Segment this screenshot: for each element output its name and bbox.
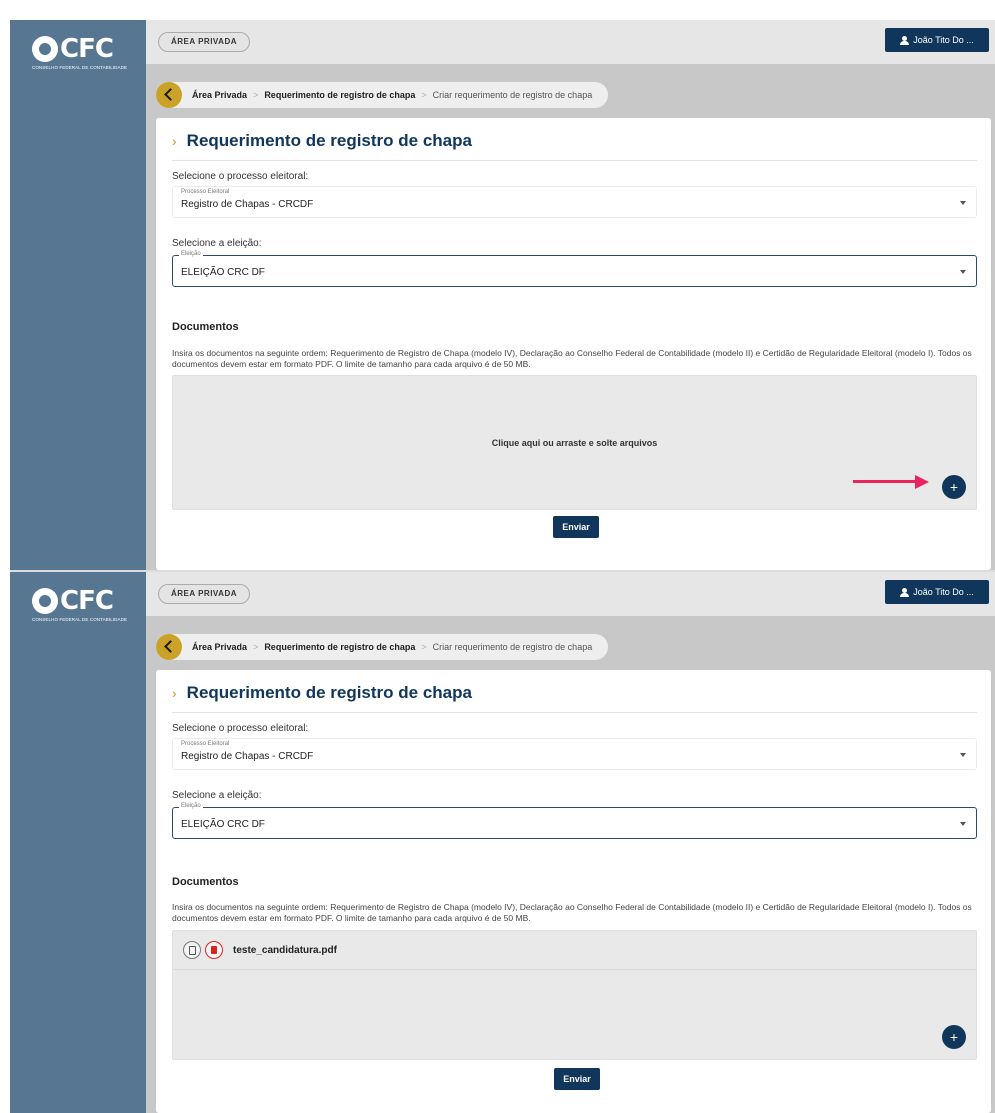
- breadcrumb-item-requerimento[interactable]: Requerimento de registro de chapa: [264, 642, 415, 652]
- process-select[interactable]: Processo Eleitoral Registro de Chapas - …: [172, 186, 977, 218]
- breadcrumb-separator: >: [253, 642, 259, 652]
- cfc-logo: CFC CONSELHO FEDERAL DE CONTABILIDADE: [32, 586, 132, 626]
- user-menu-button[interactable]: João Tito Do ...: [885, 580, 989, 604]
- documents-description: Insira os documentos na seguinte ordem: …: [172, 348, 972, 369]
- main-area: ÁREA PRIVADA João Tito Do ... Área Priva…: [146, 572, 995, 1113]
- main-area: ÁREA PRIVADA João Tito Do ... Área Priva…: [146, 20, 995, 570]
- breadcrumb-item-current: Criar requerimento de registro de chapa: [432, 90, 593, 100]
- sidebar: CFC CONSELHO FEDERAL DE CONTABILIDADE: [10, 572, 146, 1113]
- election-prompt: Selecione a eleição:: [172, 790, 262, 801]
- documents-title: Documentos: [172, 321, 239, 333]
- annotation-arrow: [853, 475, 929, 489]
- user-name: João Tito Do ...: [913, 587, 974, 597]
- logo-tagline: CONSELHO FEDERAL DE CONTABILIDADE: [32, 65, 128, 70]
- election-select[interactable]: Eleição ELEIÇÃO CRC DF: [172, 803, 977, 839]
- breadcrumb-item-area-privada[interactable]: Área Privada: [192, 90, 247, 100]
- plus-icon: +: [949, 479, 959, 495]
- documents-description: Insira os documentos na seguinte ordem: …: [172, 902, 972, 923]
- breadcrumb-item-area-privada[interactable]: Área Privada: [192, 642, 247, 652]
- caret-down-icon: [960, 822, 966, 826]
- breadcrumb: Área Privada > Requerimento de registro …: [156, 82, 609, 108]
- documents-title: Documentos: [172, 876, 239, 888]
- form-card: › Requerimento de registro de chapa Sele…: [156, 118, 991, 570]
- arrow-shaft: [853, 480, 915, 483]
- view-file-button[interactable]: [183, 941, 201, 959]
- election-select[interactable]: Eleição ELEIÇÃO CRC DF: [172, 251, 977, 287]
- user-menu-button[interactable]: João Tito Do ...: [885, 28, 989, 52]
- user-icon: [900, 35, 910, 45]
- back-button[interactable]: [156, 634, 182, 660]
- page-title: Requerimento de registro de chapa: [186, 683, 472, 702]
- breadcrumb-separator: >: [253, 90, 259, 100]
- submit-button[interactable]: Enviar: [554, 1068, 600, 1090]
- logo-wordmark: CFC: [60, 586, 114, 616]
- user-name: João Tito Do ...: [913, 35, 974, 45]
- sidebar: CFC CONSELHO FEDERAL DE CONTABILIDADE: [10, 20, 146, 570]
- cfc-logo-mark-icon: [32, 36, 58, 62]
- breadcrumb: Área Privada > Requerimento de registro …: [156, 634, 609, 660]
- area-badge: ÁREA PRIVADA: [158, 584, 251, 604]
- caret-down-icon: [960, 753, 966, 757]
- process-field-label: Processo Eleitoral: [179, 741, 232, 747]
- arrow-head-icon: [915, 475, 929, 489]
- back-button[interactable]: [156, 82, 182, 108]
- cfc-logo: CFC CONSELHO FEDERAL DE CONTABILIDADE: [32, 34, 132, 74]
- logo-tagline: CONSELHO FEDERAL DE CONTABILIDADE: [32, 617, 128, 622]
- topbar: ÁREA PRIVADA João Tito Do ...: [146, 572, 995, 616]
- process-prompt: Selecione o processo eleitoral:: [172, 723, 309, 734]
- card-header: › Requerimento de registro de chapa: [172, 132, 977, 161]
- cfc-logo-mark-icon: [32, 588, 58, 614]
- breadcrumb-separator: >: [421, 90, 427, 100]
- breadcrumb-separator: >: [421, 642, 427, 652]
- chevron-right-icon: ›: [172, 133, 177, 149]
- election-field-label: Eleição: [179, 803, 203, 809]
- breadcrumb-item-current: Criar requerimento de registro de chapa: [432, 642, 593, 652]
- caret-down-icon: [960, 201, 966, 205]
- caret-down-icon: [960, 270, 966, 274]
- add-file-button[interactable]: +: [942, 475, 966, 499]
- drop-prompt: Clique aqui ou arraste e solte arquivos: [491, 438, 658, 448]
- area-badge: ÁREA PRIVADA: [158, 32, 251, 52]
- add-file-button[interactable]: +: [942, 1025, 966, 1049]
- topbar: ÁREA PRIVADA João Tito Do ...: [146, 20, 995, 64]
- process-value: Registro de Chapas - CRCDF: [181, 199, 314, 210]
- election-field-label: Eleição: [179, 251, 203, 257]
- file-name: teste_candidatura.pdf: [233, 944, 337, 956]
- card-header: › Requerimento de registro de chapa: [172, 684, 977, 713]
- user-icon: [900, 587, 910, 597]
- form-card: › Requerimento de registro de chapa Sele…: [156, 670, 991, 1113]
- page-title: Requerimento de registro de chapa: [186, 131, 472, 150]
- process-prompt: Selecione o processo eleitoral:: [172, 171, 309, 182]
- election-value: ELEIÇÃO CRC DF: [181, 819, 265, 830]
- election-value: ELEIÇÃO CRC DF: [181, 267, 265, 278]
- process-value: Registro de Chapas - CRCDF: [181, 751, 314, 762]
- process-field-label: Processo Eleitoral: [179, 189, 232, 195]
- election-prompt: Selecione a eleição:: [172, 238, 262, 249]
- plus-icon: +: [949, 1029, 959, 1045]
- submit-button[interactable]: Enviar: [553, 516, 599, 538]
- uploaded-file-row: teste_candidatura.pdf: [173, 931, 976, 970]
- file-drop-zone[interactable]: Clique aqui ou arraste e solte arquivos …: [172, 375, 977, 510]
- chevron-right-icon: ›: [172, 685, 177, 701]
- logo-wordmark: CFC: [60, 34, 114, 64]
- breadcrumb-item-requerimento[interactable]: Requerimento de registro de chapa: [264, 90, 415, 100]
- file-drop-zone[interactable]: teste_candidatura.pdf +: [172, 930, 977, 1060]
- process-select[interactable]: Processo Eleitoral Registro de Chapas - …: [172, 738, 977, 770]
- screenshot-before-upload: CFC CONSELHO FEDERAL DE CONTABILIDADE ÁR…: [10, 20, 995, 570]
- delete-file-button[interactable]: [205, 941, 223, 959]
- document-icon: [189, 946, 196, 955]
- trash-icon: [211, 946, 217, 954]
- screenshot-after-upload: CFC CONSELHO FEDERAL DE CONTABILIDADE ÁR…: [10, 570, 995, 1113]
